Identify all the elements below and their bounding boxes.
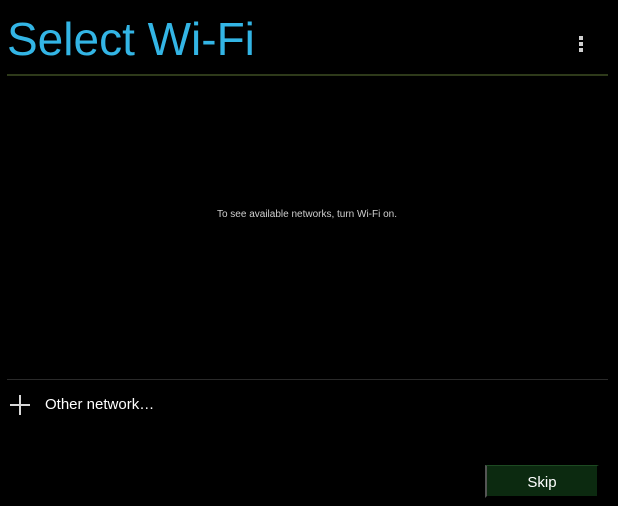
skip-button[interactable]: Skip [485, 465, 599, 498]
header-divider [7, 74, 608, 76]
other-network-label: Other network… [45, 396, 155, 413]
list-divider [7, 379, 608, 380]
overflow-menu-button[interactable] [566, 26, 596, 60]
other-network-item[interactable]: Other network… [7, 386, 608, 424]
page-title: Select Wi-Fi [7, 13, 255, 65]
plus-icon [10, 395, 30, 415]
empty-networks-message: To see available networks, turn Wi-Fi on… [216, 209, 398, 220]
